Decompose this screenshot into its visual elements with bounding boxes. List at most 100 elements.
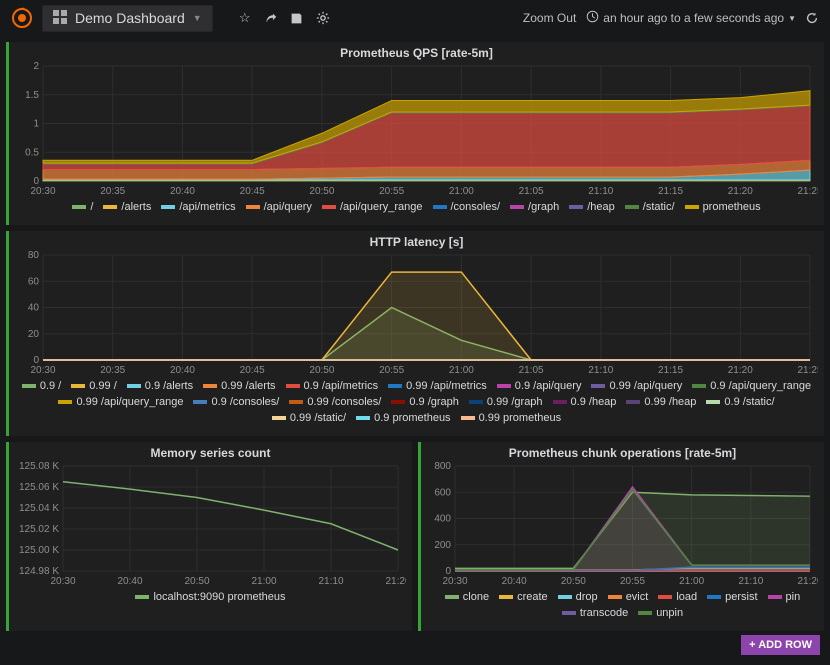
zoom-out-button[interactable]: Zoom Out	[523, 11, 576, 25]
legend-qps: / /alerts/api/metrics/api/query/api/query…	[15, 197, 818, 219]
legend-label: 0.99 /heap	[644, 396, 696, 408]
legend-item[interactable]: 0.99 /heap	[626, 396, 696, 408]
legend-item[interactable]: /heap	[569, 201, 615, 213]
legend-item[interactable]: unpin	[638, 607, 683, 619]
legend-label: 0.99 /graph	[487, 396, 543, 408]
svg-text:20:40: 20:40	[117, 576, 142, 587]
legend-item[interactable]: evict	[608, 591, 649, 603]
legend-item[interactable]: 0.99 /api/query_range	[58, 396, 183, 408]
svg-text:20:40: 20:40	[170, 186, 195, 197]
legend-item[interactable]: 0.99 /api/query	[591, 380, 682, 392]
legend-item[interactable]: drop	[558, 591, 598, 603]
legend-item[interactable]: /	[72, 201, 93, 213]
legend-label: localhost:9090 prometheus	[153, 591, 285, 603]
panel-qps[interactable]: Prometheus QPS [rate-5m] 00.511.5220:302…	[6, 42, 824, 225]
legend-label: prometheus	[703, 201, 761, 213]
legend-item[interactable]: /consoles/	[433, 201, 501, 213]
clock-icon	[586, 10, 599, 26]
legend-label: 0.99 /api/metrics	[406, 380, 487, 392]
legend-item[interactable]: /static/	[625, 201, 675, 213]
legend-item[interactable]: transcode	[562, 607, 628, 619]
svg-text:21:25: 21:25	[797, 186, 818, 197]
legend-label: unpin	[656, 607, 683, 619]
legend-item[interactable]: /api/metrics	[161, 201, 235, 213]
svg-text:2: 2	[33, 62, 39, 72]
dashboard-picker[interactable]: Demo Dashboard ▼	[42, 5, 213, 32]
panel-title: HTTP latency [s]	[9, 231, 824, 251]
svg-text:21:10: 21:10	[588, 186, 613, 197]
legend-item[interactable]: /graph	[510, 201, 559, 213]
star-icon[interactable]: ☆	[235, 8, 255, 28]
legend-item[interactable]: 0.9 /api/query_range	[692, 380, 811, 392]
legend-label: 0.9 /graph	[409, 396, 459, 408]
panel-latency[interactable]: HTTP latency [s] 02040608020:3020:3520:4…	[6, 231, 824, 436]
top-navbar: Demo Dashboard ▼ ☆ Zoom Out an hour ago …	[0, 0, 830, 36]
legend-label: drop	[576, 591, 598, 603]
legend-item[interactable]: 0.99 /	[71, 380, 117, 392]
grid-icon	[53, 10, 67, 27]
svg-text:20:30: 20:30	[30, 365, 55, 376]
legend-label: clone	[463, 591, 489, 603]
svg-text:21:20: 21:20	[385, 576, 406, 587]
legend-item[interactable]: 0.9 /alerts	[127, 380, 193, 392]
svg-text:21:15: 21:15	[658, 186, 683, 197]
legend-item[interactable]: localhost:9090 prometheus	[135, 591, 285, 603]
legend-item[interactable]: 0.99 /graph	[469, 396, 543, 408]
legend-item[interactable]: 0.9 /api/query	[497, 380, 582, 392]
legend-item[interactable]: 0.99 prometheus	[461, 412, 562, 424]
legend-item[interactable]: 0.9 /api/metrics	[286, 380, 379, 392]
legend-item[interactable]: 0.9 /graph	[391, 396, 459, 408]
legend-chunks: clone create drop evict load persist pin transc…	[427, 587, 818, 625]
add-row-button[interactable]: + ADD ROW	[741, 635, 820, 655]
svg-text:20:30: 20:30	[442, 576, 467, 587]
legend-label: 0.99 /api/query	[609, 380, 682, 392]
chart-chunks: 020040060080020:3020:4020:5020:5521:0021…	[427, 462, 818, 587]
legend-label: 0.9 /api/query_range	[710, 380, 811, 392]
svg-text:20:30: 20:30	[30, 186, 55, 197]
legend-label: evict	[626, 591, 649, 603]
svg-text:60: 60	[28, 276, 40, 287]
panel-title: Prometheus chunk operations [rate-5m]	[421, 442, 824, 462]
legend-item[interactable]: 0.99 /static/	[272, 412, 346, 424]
svg-text:20:35: 20:35	[100, 365, 125, 376]
legend-item[interactable]: 0.9 prometheus	[356, 412, 450, 424]
svg-text:20:50: 20:50	[309, 365, 334, 376]
svg-text:21:20: 21:20	[728, 365, 753, 376]
time-range-picker[interactable]: an hour ago to a few seconds ago ▼	[586, 10, 796, 26]
legend-label: /alerts	[121, 201, 151, 213]
share-icon[interactable]	[261, 8, 281, 28]
panel-chunks[interactable]: Prometheus chunk operations [rate-5m] 02…	[418, 442, 824, 631]
legend-item[interactable]: pin	[768, 591, 801, 603]
legend-item[interactable]: /alerts	[103, 201, 151, 213]
svg-text:125.04 K: 125.04 K	[19, 503, 59, 514]
legend-item[interactable]: 0.99 /alerts	[203, 380, 275, 392]
refresh-icon[interactable]	[802, 8, 822, 28]
panel-memory[interactable]: Memory series count 124.98 K125.00 K125.…	[6, 442, 412, 631]
grafana-logo-icon[interactable]	[8, 4, 36, 32]
dashboard-name: Demo Dashboard	[75, 10, 185, 26]
time-range-label: an hour ago to a few seconds ago	[603, 11, 784, 25]
legend-item[interactable]: clone	[445, 591, 489, 603]
svg-text:125.06 K: 125.06 K	[19, 482, 59, 493]
legend-item[interactable]: create	[499, 591, 548, 603]
caret-down-icon: ▼	[788, 14, 796, 23]
legend-item[interactable]: 0.9 /consoles/	[193, 396, 279, 408]
svg-text:20:55: 20:55	[379, 186, 404, 197]
legend-item[interactable]: persist	[707, 591, 757, 603]
legend-item[interactable]: 0.9 /	[22, 380, 61, 392]
gear-icon[interactable]	[313, 8, 333, 28]
legend-item[interactable]: 0.99 /consoles/	[289, 396, 381, 408]
legend-item[interactable]: 0.9 /heap	[553, 396, 617, 408]
svg-text:21:10: 21:10	[588, 365, 613, 376]
legend-label: load	[676, 591, 697, 603]
svg-text:1: 1	[33, 119, 39, 130]
save-icon[interactable]	[287, 8, 307, 28]
legend-item[interactable]: prometheus	[685, 201, 761, 213]
svg-text:21:00: 21:00	[679, 576, 704, 587]
legend-item[interactable]: /api/query	[246, 201, 312, 213]
legend-item[interactable]: load	[658, 591, 697, 603]
legend-item[interactable]: 0.99 /api/metrics	[388, 380, 487, 392]
panel-title: Prometheus QPS [rate-5m]	[9, 42, 824, 62]
legend-item[interactable]: 0.9 /static/	[706, 396, 774, 408]
legend-item[interactable]: /api/query_range	[322, 201, 423, 213]
